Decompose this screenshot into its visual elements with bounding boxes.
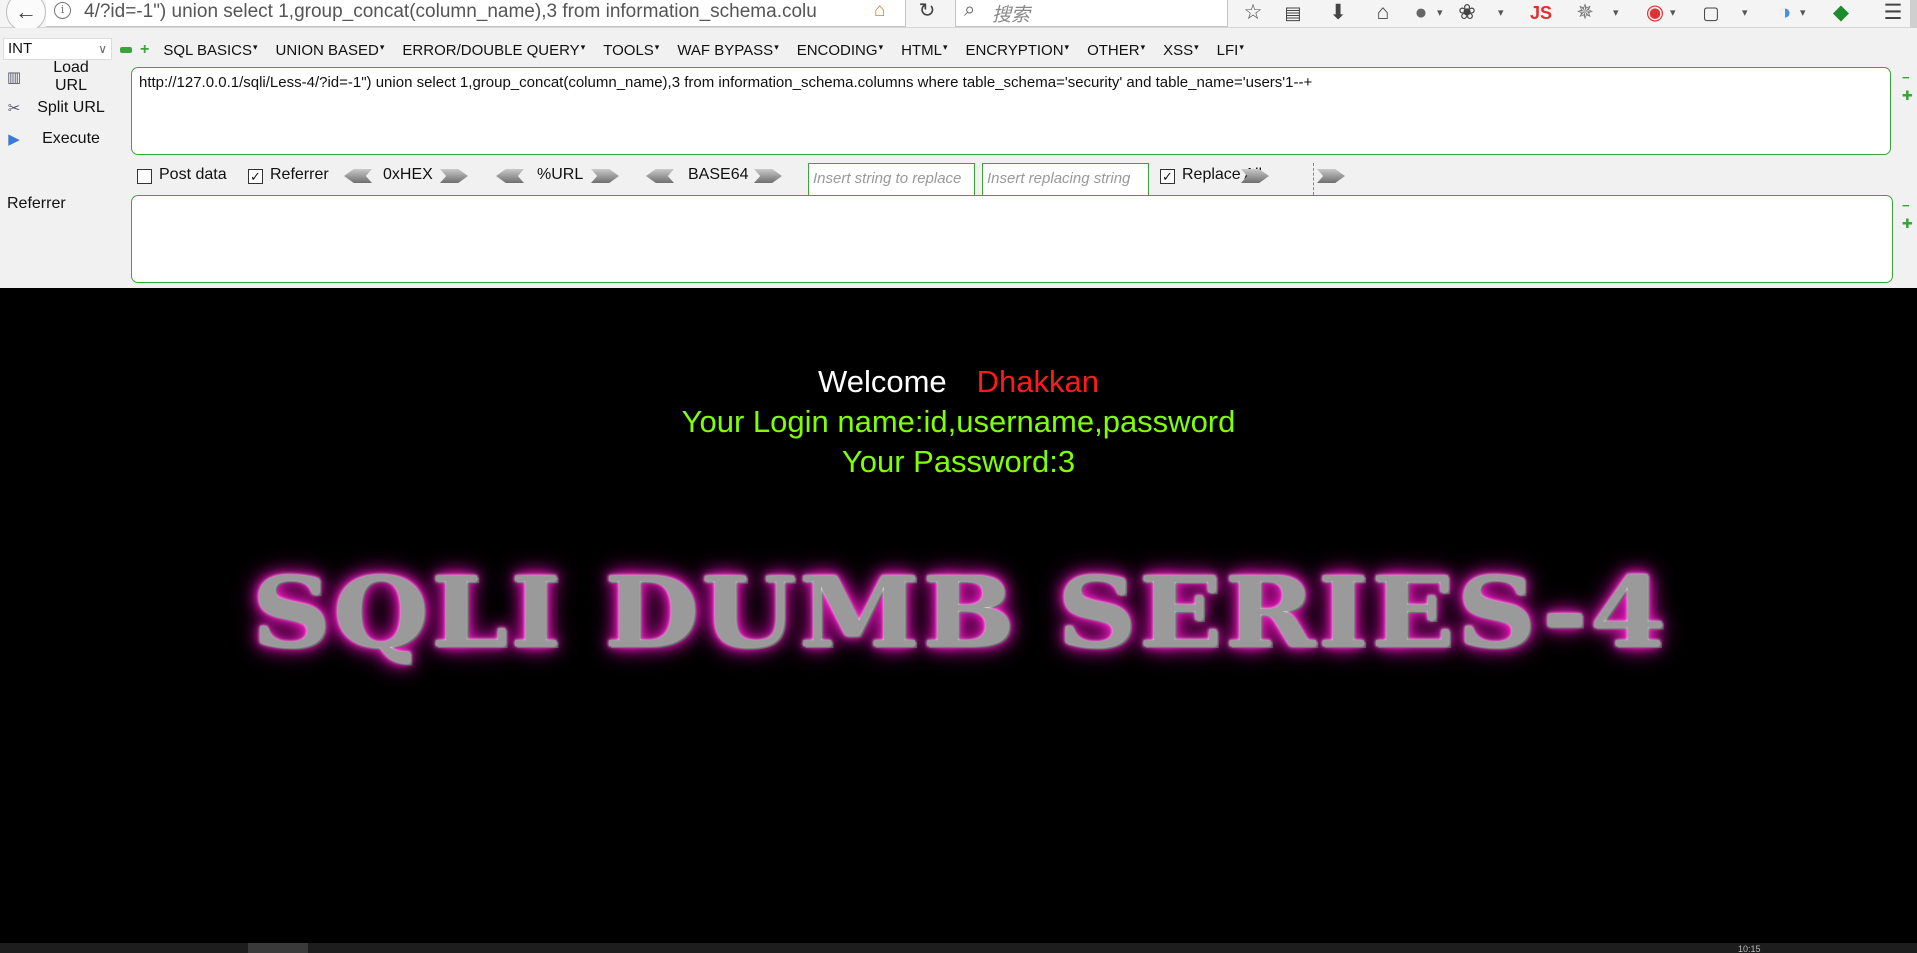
address-bar-text[interactable]: 4/?id=-1") union select 1,group_concat(c…	[84, 1, 844, 23]
split-url-button[interactable]: ✂ Split URL	[4, 95, 106, 121]
home-page-icon[interactable]: ⌂	[874, 0, 885, 22]
menu-xss[interactable]: XSS▾	[1163, 42, 1199, 59]
cookie-icon[interactable]: ❀	[1454, 0, 1480, 26]
menu-lfi[interactable]: LFI▾	[1217, 42, 1244, 59]
referrer-label: Referrer	[270, 166, 329, 183]
hamburger-menu-icon[interactable]: ☰	[1880, 0, 1906, 26]
grow-url-icon[interactable]: ✚	[1902, 88, 1913, 104]
replace-reverse-arrow-icon[interactable]	[1317, 169, 1345, 183]
url-decode-arrow-icon[interactable]	[496, 169, 524, 183]
url-textarea[interactable]: http://127.0.0.1/sqli/Less-4/?id=-1") un…	[131, 67, 1891, 155]
chevron-down-icon[interactable]: ▾	[1613, 0, 1619, 26]
chevron-down-icon[interactable]: ▾	[1437, 0, 1443, 26]
menu-other[interactable]: OTHER▾	[1087, 42, 1145, 59]
reading-list-icon[interactable]: ▤	[1280, 0, 1306, 26]
chevron-down-icon[interactable]: ▾	[1742, 0, 1748, 26]
base64-label: BASE64	[688, 166, 749, 183]
welcome-text: Welcome	[818, 364, 947, 399]
base64-encode-arrow-icon[interactable]	[754, 169, 782, 183]
divider	[1313, 163, 1314, 195]
play-icon: ▶	[8, 131, 20, 148]
search-bar[interactable]: ⌕ 搜索	[955, 0, 1228, 27]
hackbar-panel: INT ∨ + SQL BASICS▾ UNION BASED▾ ERROR/D…	[0, 28, 1917, 288]
site-info-icon[interactable]: i	[54, 2, 71, 19]
home-icon[interactable]: ⌂	[1370, 0, 1396, 26]
menu-encryption[interactable]: ENCRYPTION▾	[965, 42, 1069, 59]
welcome-user: Dhakkan	[976, 364, 1099, 399]
collapse-icon[interactable]	[120, 47, 132, 53]
bug-icon[interactable]: ✵	[1572, 0, 1598, 26]
hex-encode-arrow-icon[interactable]	[440, 169, 468, 183]
menu-encoding[interactable]: ENCODING▾	[797, 42, 883, 59]
menu-waf-bypass[interactable]: WAF BYPASS▾	[677, 42, 778, 59]
shrink-referrer-icon[interactable]: −	[1902, 198, 1910, 213]
taskbar-clock: 10:15	[1738, 944, 1761, 953]
expand-icon[interactable]: +	[140, 42, 149, 58]
chevron-down-icon[interactable]: ▾	[1800, 0, 1806, 26]
chevron-down-icon[interactable]: ▾	[1670, 0, 1676, 26]
device-icon[interactable]: ▢	[1698, 0, 1724, 26]
load-url-icon: ▥	[6, 69, 22, 86]
replace-from-input[interactable]: Insert string to replace	[808, 163, 975, 196]
execute-button[interactable]: ▶ Execute	[4, 126, 106, 152]
hex-decode-arrow-icon[interactable]	[344, 169, 372, 183]
globe-icon[interactable]: ●	[1408, 0, 1434, 26]
scissors-icon: ✂	[7, 100, 21, 117]
replace-all-checkbox[interactable]: ✓	[1160, 169, 1175, 184]
hackbar-menu: + SQL BASICS▾ UNION BASED▾ ERROR/DOUBLE …	[120, 40, 1262, 60]
welcome-line: Welcome Dhakkan	[0, 364, 1917, 400]
type-select[interactable]: INT ∨	[3, 38, 112, 60]
page-content: Welcome Dhakkan Your Login name:id,userna…	[0, 288, 1917, 943]
menu-html[interactable]: HTML▾	[901, 42, 947, 59]
type-select-value: INT	[8, 40, 33, 57]
search-icon: ⌕	[964, 0, 976, 21]
menu-union-based[interactable]: UNION BASED▾	[276, 42, 385, 59]
referrer-field-label: Referrer	[7, 195, 66, 212]
series-banner-logo: SQLI DUMB SERIES-4	[251, 556, 1669, 669]
replace-to-input[interactable]: Insert replacing string	[982, 163, 1149, 196]
url-encode-arrow-icon[interactable]	[591, 169, 619, 183]
back-arrow-icon: ←	[15, 0, 37, 24]
proxy-icon[interactable]: ◉	[1642, 0, 1668, 26]
login-name-result: Your Login name:id,username,password	[681, 404, 1236, 439]
download-icon[interactable]: ⬇	[1325, 0, 1351, 26]
taskbar-item[interactable]	[248, 943, 308, 953]
bookmark-star-icon[interactable]: ☆	[1240, 0, 1266, 26]
menu-tools[interactable]: TOOLS▾	[603, 42, 659, 59]
load-url-button[interactable]: ▥ Load URL	[4, 59, 106, 94]
referrer-checkbox[interactable]: ✓	[248, 169, 263, 184]
url-encode-label: %URL	[537, 166, 584, 183]
reload-icon[interactable]: ↻	[913, 0, 941, 23]
grow-referrer-icon[interactable]: ✚	[1902, 216, 1913, 232]
browser-toolbar: ← i 4/?id=-1") union select 1,group_conc…	[0, 0, 1917, 50]
shield-icon[interactable]: ◆	[1828, 0, 1854, 26]
js-toggle-icon[interactable]: JS	[1526, 0, 1556, 26]
shrink-url-icon[interactable]: −	[1902, 70, 1910, 85]
post-data-label: Post data	[159, 166, 227, 183]
chevron-down-icon: ∨	[98, 42, 107, 56]
options-row: Post data ✓ Referrer 0xHEX %URL BASE64 I…	[135, 163, 1345, 196]
translate-icon[interactable]: ◑	[1772, 0, 1798, 26]
chevron-down-icon[interactable]: ▾	[1498, 0, 1504, 26]
password-result: Your Password:3	[841, 444, 1076, 479]
hex-label: 0xHEX	[383, 166, 433, 183]
referrer-textarea[interactable]	[131, 195, 1893, 283]
address-bar[interactable]: i 4/?id=-1") union select 1,group_concat…	[46, 0, 988, 27]
menu-sql-basics[interactable]: SQL BASICS▾	[163, 42, 257, 59]
base64-decode-arrow-icon[interactable]	[646, 169, 674, 183]
post-data-checkbox[interactable]	[137, 169, 152, 184]
search-input[interactable]: 搜索	[992, 0, 1030, 27]
menu-error-double-query[interactable]: ERROR/DOUBLE QUERY▾	[402, 42, 585, 59]
